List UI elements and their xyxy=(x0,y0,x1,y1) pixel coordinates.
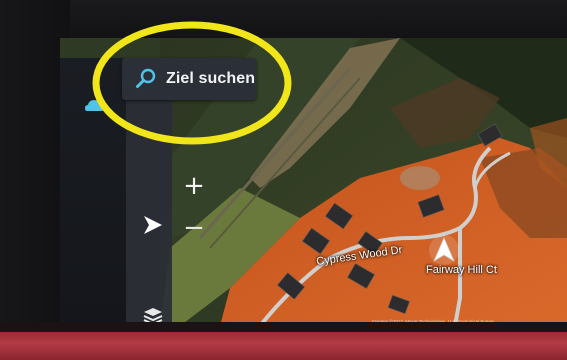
search-label: Ziel suchen xyxy=(166,70,256,87)
infotainment-screen: Ziel suchen + − Cypress Wood Dr Fairway … xyxy=(60,38,567,326)
zoom-in-button[interactable]: + xyxy=(180,172,208,200)
destination-search-button[interactable]: Ziel suchen xyxy=(122,58,256,100)
zoom-out-button[interactable]: − xyxy=(180,214,208,242)
search-icon xyxy=(136,68,156,88)
current-position-arrow-icon xyxy=(428,234,460,266)
cloud-status-icon xyxy=(82,92,108,118)
compass-arrow-icon[interactable] xyxy=(140,212,166,238)
dashboard-trim xyxy=(0,332,567,360)
